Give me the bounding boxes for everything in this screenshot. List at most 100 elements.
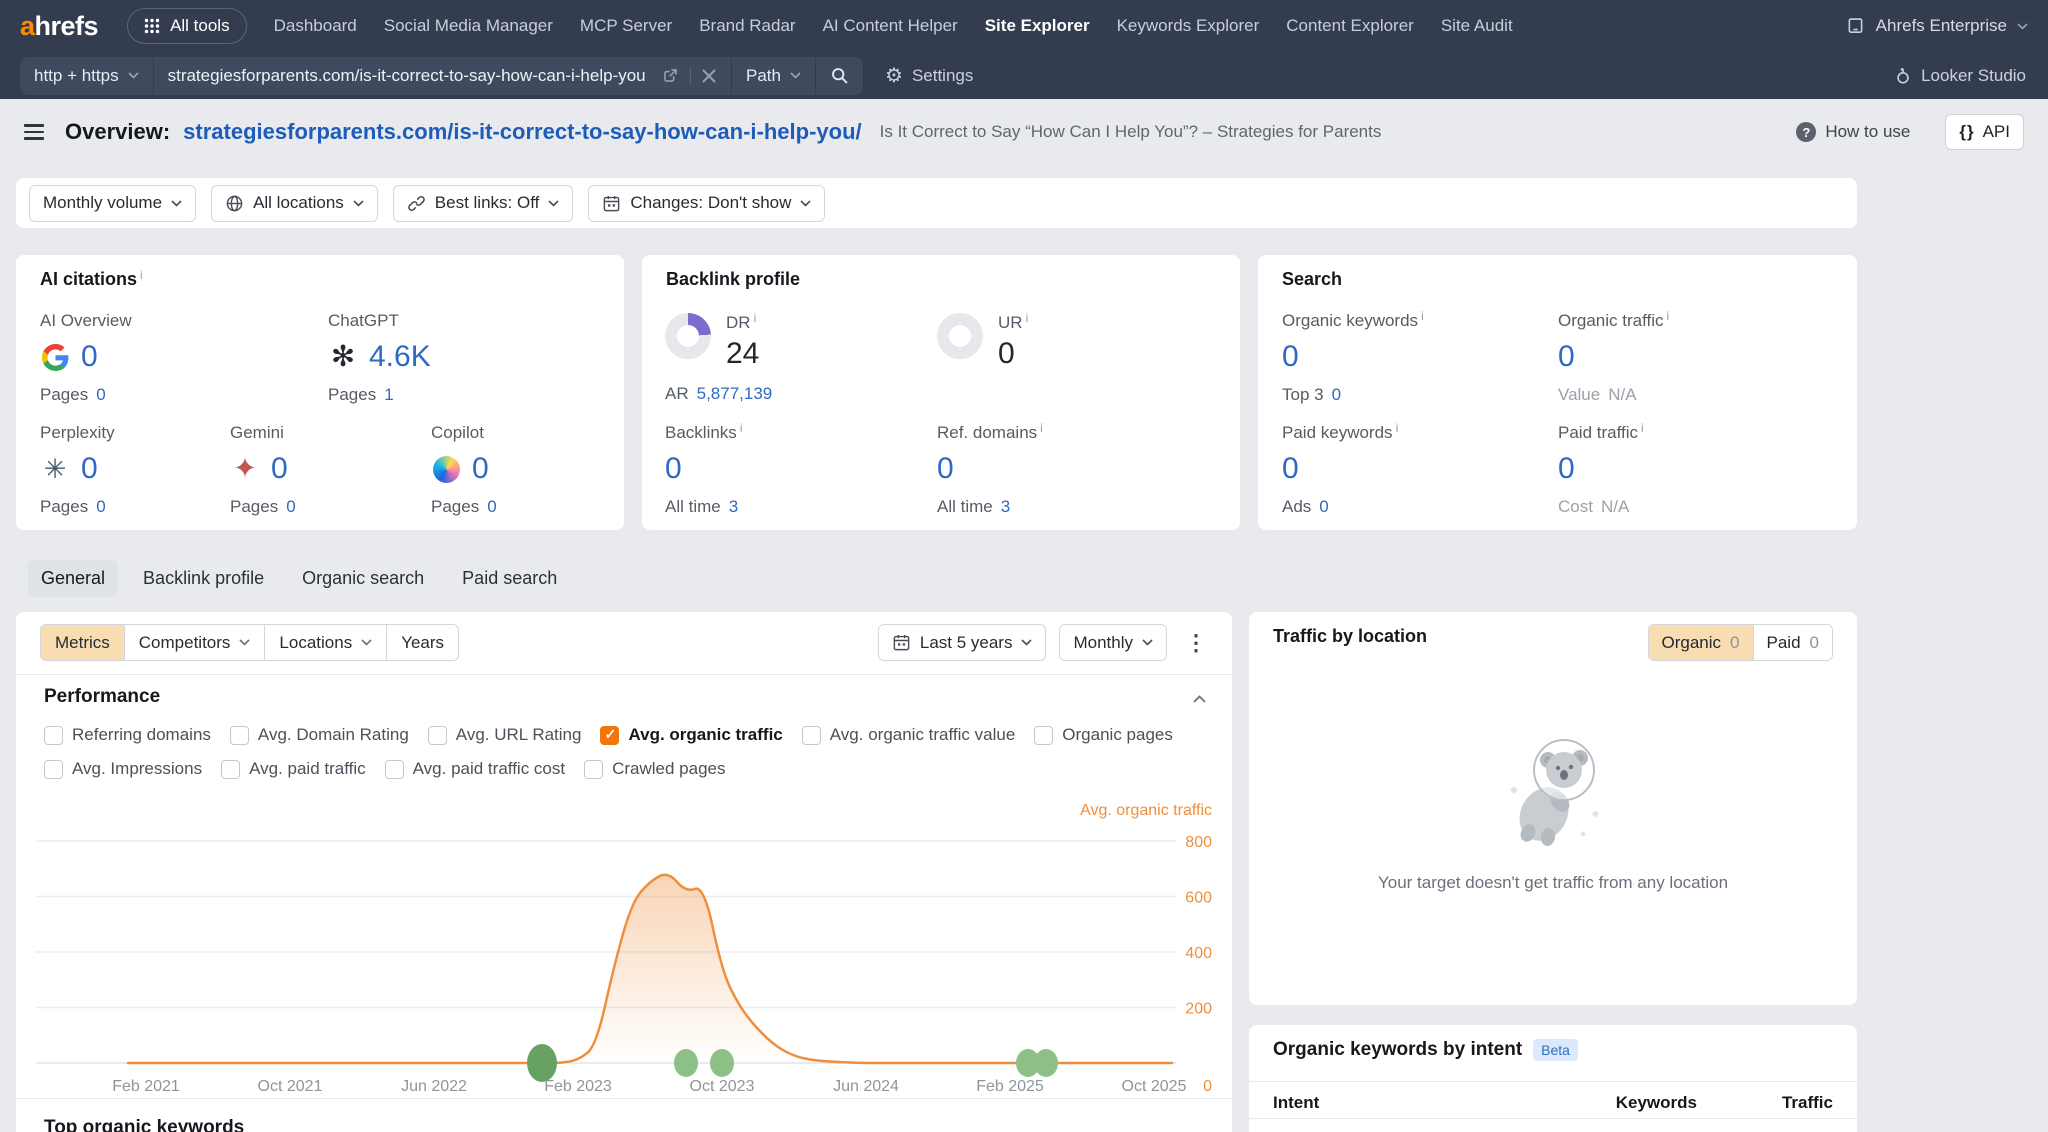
chevron-up-icon[interactable] bbox=[1193, 690, 1206, 708]
tab-paid-search[interactable]: Paid search bbox=[449, 560, 570, 597]
column-traffic[interactable]: Traffic bbox=[1697, 1093, 1833, 1113]
changes-dropdown[interactable]: Changes: Don't show bbox=[588, 185, 825, 222]
metric-checkbox-referring-domains[interactable]: Referring domains bbox=[44, 725, 211, 745]
column-intent[interactable]: Intent bbox=[1273, 1093, 1557, 1113]
metric-checkbox-avg-paid-traffic-cost[interactable]: Avg. paid traffic cost bbox=[385, 759, 565, 779]
menu-icon[interactable] bbox=[22, 120, 46, 144]
segment-years[interactable]: Years bbox=[387, 624, 459, 661]
paid-keywords-value[interactable]: 0 bbox=[1282, 452, 1299, 486]
divider bbox=[16, 1098, 1232, 1099]
organic-keywords-value[interactable]: 0 bbox=[1282, 340, 1299, 374]
column-keywords[interactable]: Keywords bbox=[1557, 1093, 1697, 1113]
main-nav-row: ahrefs All tools Dashboard Social Media … bbox=[0, 0, 2048, 52]
ahrefs-logo[interactable]: ahrefs bbox=[20, 11, 98, 42]
checkbox[interactable] bbox=[584, 760, 603, 779]
metric-checkbox-avg-organic-traffic[interactable]: Avg. organic traffic bbox=[600, 725, 782, 745]
checkbox[interactable] bbox=[428, 726, 447, 745]
segment-locations[interactable]: Locations bbox=[265, 624, 387, 661]
copilot-value[interactable]: 0 bbox=[472, 452, 489, 486]
nav-item-social-media-manager[interactable]: Social Media Manager bbox=[384, 16, 553, 36]
tab-general[interactable]: General bbox=[28, 560, 118, 597]
api-button[interactable]: {} API bbox=[1945, 114, 2024, 150]
ads-link[interactable]: 0 bbox=[1319, 497, 1328, 517]
paid-traffic-value[interactable]: 0 bbox=[1558, 452, 1575, 486]
top3-link[interactable]: 0 bbox=[1332, 385, 1341, 405]
best-links-dropdown[interactable]: Best links: Off bbox=[393, 185, 574, 222]
kebab-menu-icon[interactable]: ⋮ bbox=[1180, 632, 1212, 654]
nav-item-mcp-server[interactable]: MCP Server bbox=[580, 16, 672, 36]
all-time-link[interactable]: 3 bbox=[1001, 497, 1010, 517]
openai-icon: ✻ bbox=[328, 342, 358, 372]
protocol-dropdown[interactable]: http + https bbox=[20, 57, 153, 95]
svg-text:600: 600 bbox=[1185, 890, 1212, 907]
checkbox[interactable] bbox=[221, 760, 240, 779]
tab-backlink-profile[interactable]: Backlink profile bbox=[130, 560, 277, 597]
metric-checkbox-avg-impressions[interactable]: Avg. Impressions bbox=[44, 759, 202, 779]
target-url-input[interactable]: strategiesforparents.com/is-it-correct-t… bbox=[153, 57, 731, 95]
ref-domains-value[interactable]: 0 bbox=[937, 452, 954, 486]
chatgpt-value[interactable]: 4.6K bbox=[369, 340, 431, 374]
nav-item-content-explorer[interactable]: Content Explorer bbox=[1286, 16, 1414, 36]
checkbox[interactable] bbox=[600, 726, 619, 745]
checkbox[interactable] bbox=[1034, 726, 1053, 745]
search-button[interactable] bbox=[815, 57, 863, 95]
toggle-paid[interactable]: Paid 0 bbox=[1754, 625, 1833, 660]
metric-checkbox-avg-domain-rating[interactable]: Avg. Domain Rating bbox=[230, 725, 409, 745]
metric-paid-keywords: Paid keywords 0 Ads0 bbox=[1282, 423, 1398, 517]
tab-organic-search[interactable]: Organic search bbox=[289, 560, 437, 597]
backlinks-value[interactable]: 0 bbox=[665, 452, 682, 486]
settings-button[interactable]: ⚙ Settings bbox=[885, 66, 973, 86]
metric-checkbox-organic-pages[interactable]: Organic pages bbox=[1034, 725, 1173, 745]
period-dropdown[interactable]: Last 5 years bbox=[878, 624, 1047, 661]
target-url-value[interactable]: strategiesforparents.com/is-it-correct-t… bbox=[168, 66, 651, 86]
organic-traffic-value[interactable]: 0 bbox=[1558, 340, 1575, 374]
checkbox[interactable] bbox=[44, 760, 63, 779]
checkbox[interactable] bbox=[802, 726, 821, 745]
account-menu[interactable]: Ahrefs Enterprise bbox=[1845, 16, 2028, 37]
how-to-use-label: How to use bbox=[1825, 122, 1910, 142]
target-url-link[interactable]: strategiesforparents.com/is-it-correct-t… bbox=[183, 119, 861, 145]
gemini-value[interactable]: 0 bbox=[271, 452, 288, 486]
nav-item-keywords-explorer[interactable]: Keywords Explorer bbox=[1117, 16, 1260, 36]
metric-checkbox-avg-organic-traffic-value[interactable]: Avg. organic traffic value bbox=[802, 725, 1016, 745]
account-label: Ahrefs Enterprise bbox=[1876, 16, 2007, 36]
toggle-organic[interactable]: Organic 0 bbox=[1649, 625, 1754, 660]
checkbox[interactable] bbox=[44, 726, 63, 745]
all-time-link[interactable]: 3 bbox=[729, 497, 738, 517]
ai-overview-value[interactable]: 0 bbox=[81, 340, 98, 374]
svg-text:Feb 2025: Feb 2025 bbox=[976, 1078, 1044, 1095]
pages-count-link[interactable]: 0 bbox=[96, 385, 105, 405]
metric-checkbox-crawled-pages[interactable]: Crawled pages bbox=[584, 759, 725, 779]
pages-count-link[interactable]: 1 bbox=[384, 385, 393, 405]
checkbox[interactable] bbox=[230, 726, 249, 745]
performance-chart-svg[interactable]: 0200400600800Avg. organic trafficFeb 202… bbox=[16, 795, 1232, 1095]
search-icon bbox=[830, 66, 849, 85]
segment-competitors[interactable]: Competitors bbox=[125, 624, 266, 661]
pages-count-link[interactable]: 0 bbox=[487, 497, 496, 517]
how-to-use-button[interactable]: ? How to use bbox=[1796, 122, 1910, 142]
target-page-title: Is It Correct to Say “How Can I Help You… bbox=[880, 122, 1382, 142]
looker-studio-button[interactable]: Looker Studio bbox=[1894, 66, 2028, 86]
nav-item-site-audit[interactable]: Site Audit bbox=[1441, 16, 1513, 36]
divider bbox=[16, 674, 1232, 675]
mode-dropdown[interactable]: Path bbox=[731, 57, 815, 95]
clear-icon[interactable] bbox=[701, 68, 717, 84]
all-tools-button[interactable]: All tools bbox=[127, 8, 247, 44]
external-link-icon[interactable] bbox=[661, 66, 680, 85]
metric-checkbox-avg-paid-traffic[interactable]: Avg. paid traffic bbox=[221, 759, 366, 779]
checkbox[interactable] bbox=[385, 760, 404, 779]
nav-item-dashboard[interactable]: Dashboard bbox=[274, 16, 357, 36]
perplexity-value[interactable]: 0 bbox=[81, 452, 98, 486]
nav-item-site-explorer[interactable]: Site Explorer bbox=[985, 16, 1090, 36]
page-title: Overview: bbox=[65, 119, 170, 145]
nav-item-brand-radar[interactable]: Brand Radar bbox=[699, 16, 795, 36]
locations-filter-dropdown[interactable]: All locations bbox=[211, 185, 378, 222]
pages-count-link[interactable]: 0 bbox=[96, 497, 105, 517]
metric-checkbox-avg-url-rating[interactable]: Avg. URL Rating bbox=[428, 725, 582, 745]
granularity-dropdown[interactable]: Monthly bbox=[1059, 624, 1167, 661]
volume-mode-dropdown[interactable]: Monthly volume bbox=[29, 185, 196, 222]
segment-metrics[interactable]: Metrics bbox=[40, 624, 125, 661]
ahrefs-rank-link[interactable]: 5,877,139 bbox=[697, 384, 773, 404]
pages-count-link[interactable]: 0 bbox=[286, 497, 295, 517]
nav-item-ai-content-helper[interactable]: AI Content Helper bbox=[823, 16, 958, 36]
